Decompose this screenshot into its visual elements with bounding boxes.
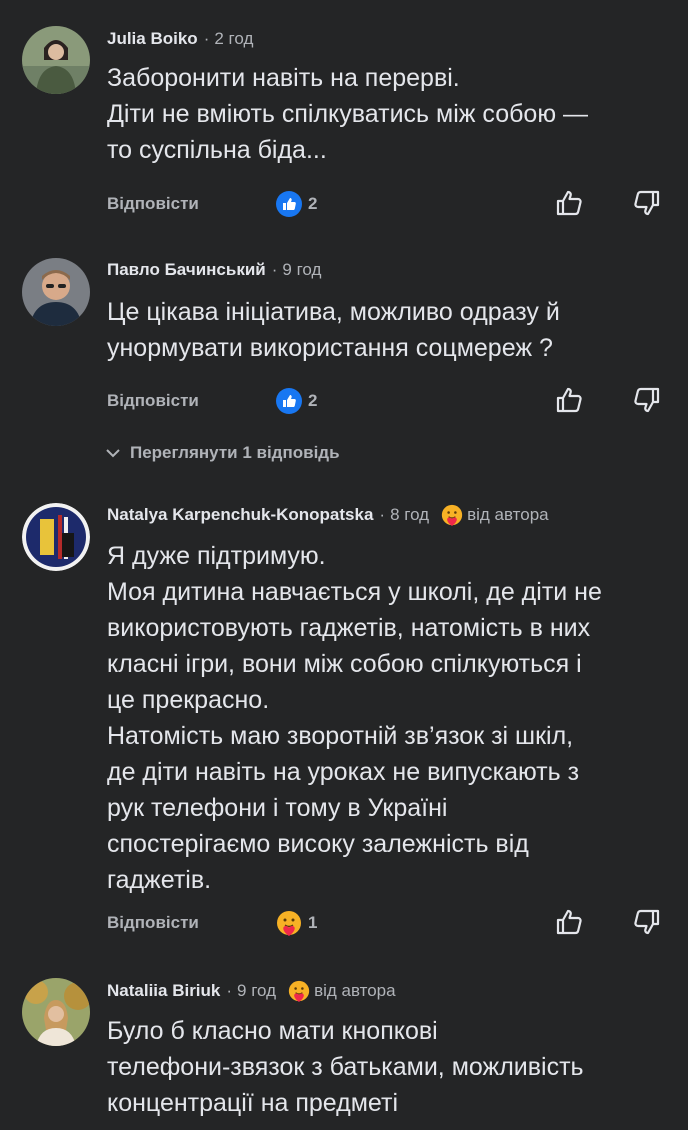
comment-actions: Відповісти 1 xyxy=(0,909,688,939)
reaction-count: 1 xyxy=(308,913,318,932)
reaction-summary[interactable]: 2 xyxy=(276,191,317,217)
comment-actions: Відповісти 2 xyxy=(0,387,688,417)
separator-dot: · xyxy=(203,29,210,48)
comment-line: Моя дитина навчається у школі, де діти н… xyxy=(107,578,602,606)
like-icon xyxy=(276,388,302,414)
comment-meta: Павло Бачинський · 9 год xyxy=(107,258,321,282)
comment-text: Було б класно мати кнопкові телефони-звя… xyxy=(107,1013,677,1121)
comment-actions: Відповісти 2 xyxy=(0,190,688,220)
care-icon xyxy=(288,980,310,1002)
comment-line: телефони-звязок з батьками, можливість xyxy=(107,1053,584,1081)
upvote-icon[interactable] xyxy=(554,188,584,218)
timestamp[interactable]: 2 год xyxy=(214,29,253,49)
author-reaction-badge: від автора xyxy=(288,980,396,1002)
reaction-summary[interactable]: 1 xyxy=(276,910,317,936)
comment-line: це прекрасно. xyxy=(107,686,270,714)
comment-line: Заборонити навіть на перерві. xyxy=(107,64,460,92)
comment-line: класні ігри, вони між собою спілкуються … xyxy=(107,650,582,678)
author-name[interactable]: Павло Бачинський xyxy=(107,260,266,280)
like-icon xyxy=(276,191,302,217)
author-name[interactable]: Natalya Karpenchuk-Konopatska xyxy=(107,505,373,525)
timestamp[interactable]: 9 год xyxy=(282,260,321,280)
comment-line: спостерігаємо високу залежність від xyxy=(107,830,529,858)
separator-dot: · xyxy=(379,505,386,524)
reply-button[interactable]: Відповісти xyxy=(107,391,199,411)
comment-meta: Nataliia Biriuk · 9 год від автора xyxy=(107,979,396,1003)
comment-line: рук телефони і тому в Україні xyxy=(107,794,448,822)
comment-line: концентрації на предметі xyxy=(107,1089,399,1117)
comment-text: Заборонити навіть на перерві. Діти не вм… xyxy=(107,60,677,168)
comment-line: Діти не вміють спілкуватись між собою — xyxy=(107,100,589,128)
author-name[interactable]: Julia Boiko xyxy=(107,29,198,49)
downvote-icon[interactable] xyxy=(632,907,662,937)
reply-button[interactable]: Відповісти xyxy=(107,913,199,933)
comment-line: Це цікава ініціатива, можливо одразу й xyxy=(107,298,560,326)
comment-line: то суспільна біда... xyxy=(107,136,327,164)
avatar[interactable] xyxy=(22,978,90,1046)
comment-line: використовують гаджетів, натомість в них xyxy=(107,614,591,642)
view-replies-label: Переглянути 1 відповідь xyxy=(130,443,340,462)
upvote-icon[interactable] xyxy=(554,385,584,415)
comment-line: Натомість маю зворотній зв’язок зі шкіл, xyxy=(107,722,574,750)
reaction-count: 2 xyxy=(308,194,318,213)
separator-dot: · xyxy=(226,981,233,1000)
separator-dot: · xyxy=(271,260,278,279)
reply-button[interactable]: Відповісти xyxy=(107,194,199,214)
comment-line: Було б класно мати кнопкові xyxy=(107,1017,438,1045)
comment-text: Це цікава ініціатива, можливо одразу й у… xyxy=(107,294,677,366)
reaction-summary[interactable]: 2 xyxy=(276,388,317,414)
downvote-icon[interactable] xyxy=(632,385,662,415)
care-icon xyxy=(277,911,301,936)
author-reaction-badge: від автора xyxy=(441,504,549,526)
comment-line: Я дуже підтримую. xyxy=(107,542,326,570)
author-name[interactable]: Nataliia Biriuk xyxy=(107,981,220,1001)
timestamp[interactable]: 9 год xyxy=(237,981,276,1001)
downvote-icon[interactable] xyxy=(632,188,662,218)
comment-line: унормувати використання соцмереж ? xyxy=(107,334,553,362)
avatar[interactable] xyxy=(22,503,90,571)
care-icon xyxy=(441,504,463,526)
author-reaction-label: від автора xyxy=(467,505,549,524)
comment-meta: Natalya Karpenchuk-Konopatska · 8 год ві… xyxy=(107,503,549,527)
upvote-icon[interactable] xyxy=(554,907,584,937)
view-replies-button[interactable]: Переглянути 1 відповідь xyxy=(106,441,340,465)
reaction-count: 2 xyxy=(308,391,318,410)
comment-text: Я дуже підтримую. Моя дитина навчається … xyxy=(107,538,677,898)
chevron-down-icon xyxy=(106,449,120,458)
timestamp[interactable]: 8 год xyxy=(390,505,429,525)
author-reaction-label: від автора xyxy=(314,981,396,1000)
comment-meta: Julia Boiko · 2 год xyxy=(107,27,253,51)
comment-line: де діти навіть на уроках не випускають з xyxy=(107,758,580,786)
avatar[interactable] xyxy=(22,258,90,326)
comment-line: гаджетів. xyxy=(107,866,212,894)
avatar[interactable] xyxy=(22,26,90,94)
